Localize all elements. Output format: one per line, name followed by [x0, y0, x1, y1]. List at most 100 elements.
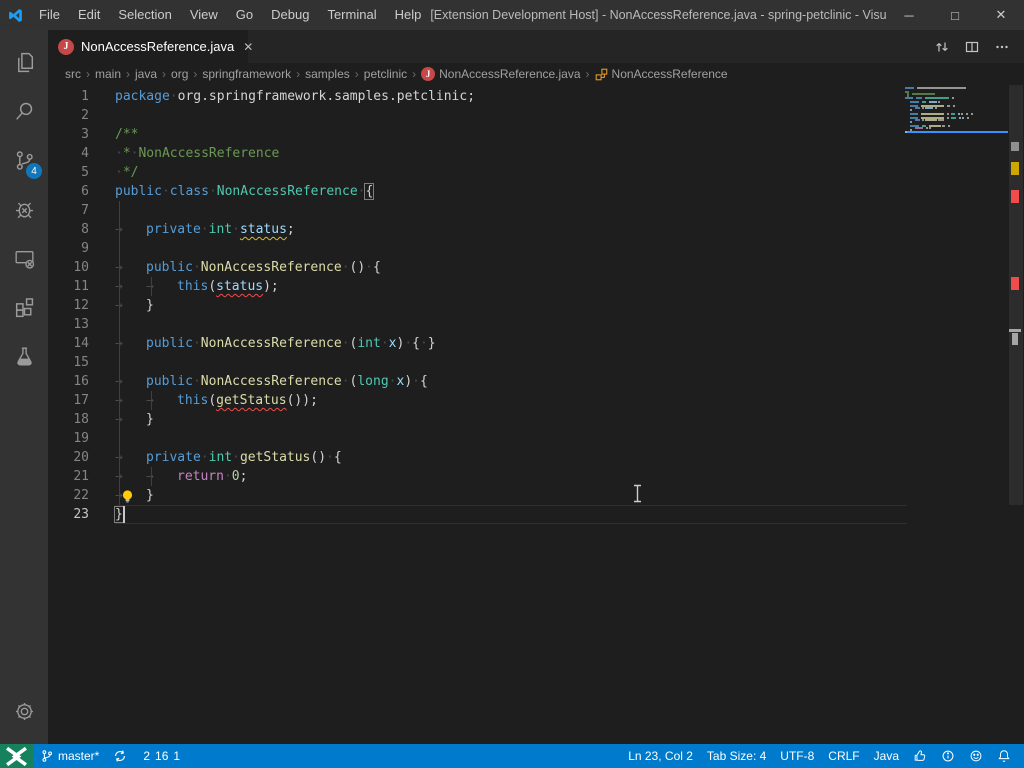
line-number[interactable]: 16: [48, 372, 115, 391]
breadcrumb-item-java[interactable]: java: [135, 67, 157, 81]
split-editor-icon[interactable]: [960, 35, 984, 59]
eol-indicator[interactable]: CRLF: [821, 744, 866, 768]
line-number[interactable]: 22: [48, 486, 115, 505]
code-line-16[interactable]: →public·NonAccessReference·(long·x)·{: [115, 372, 905, 391]
minimize-button[interactable]: ─: [886, 0, 932, 30]
breadcrumb-item-org[interactable]: org: [171, 67, 188, 81]
line-number[interactable]: 20: [48, 448, 115, 467]
code-line-15[interactable]: [115, 353, 905, 372]
code-line-1[interactable]: package·org.springframework.samples.petc…: [115, 87, 905, 106]
tab-close-icon[interactable]: ✕: [243, 40, 253, 54]
menu-file[interactable]: File: [30, 0, 69, 30]
breadcrumb-item-main[interactable]: main: [95, 67, 121, 81]
code-line-13[interactable]: [115, 315, 905, 334]
code-line-6[interactable]: public·class·NonAccessReference·{: [115, 182, 905, 201]
line-number[interactable]: 4: [48, 144, 115, 163]
code-line-23[interactable]: }: [115, 505, 905, 524]
language-indicator[interactable]: Java: [867, 744, 906, 768]
code-line-11[interactable]: →→this(status);: [115, 277, 905, 296]
code-line-21[interactable]: →→return·0;: [115, 467, 905, 486]
search-icon[interactable]: [0, 87, 48, 136]
tab-size-indicator[interactable]: Tab Size: 4: [700, 744, 773, 768]
breadcrumb-separator: ›: [192, 67, 198, 81]
code-line-20[interactable]: →private·int·getStatus()·{: [115, 448, 905, 467]
breadcrumb-item-samples[interactable]: samples: [305, 67, 350, 81]
code-line-10[interactable]: →public·NonAccessReference·()·{: [115, 258, 905, 277]
feedback-smiley-icon[interactable]: [962, 744, 990, 768]
menu-debug[interactable]: Debug: [262, 0, 318, 30]
line-number[interactable]: 17: [48, 391, 115, 410]
source-control-icon[interactable]: 4: [0, 136, 48, 185]
line-col-indicator[interactable]: Ln 23, Col 2: [621, 744, 700, 768]
code-line-14[interactable]: →public·NonAccessReference·(int·x)·{·}: [115, 334, 905, 353]
line-number[interactable]: 3: [48, 125, 115, 144]
line-number[interactable]: 23: [48, 505, 115, 524]
extensions-icon[interactable]: [0, 283, 48, 332]
breadcrumb-item-petclinic[interactable]: petclinic: [364, 67, 407, 81]
tab-nonaccessreference[interactable]: J NonAccessReference.java ✕: [48, 30, 248, 63]
encoding-indicator[interactable]: UTF-8: [773, 744, 821, 768]
maximize-button[interactable]: □: [932, 0, 978, 30]
remote-explorer-icon[interactable]: [0, 234, 48, 283]
minimap[interactable]: [905, 87, 1008, 133]
code-line-8[interactable]: →private·int·status;: [115, 220, 905, 239]
java-status-icon[interactable]: [934, 744, 962, 768]
line-number[interactable]: 2: [48, 106, 115, 125]
line-number[interactable]: 5: [48, 163, 115, 182]
line-number[interactable]: 10: [48, 258, 115, 277]
git-branch-status[interactable]: master*: [33, 744, 106, 768]
code-line-19[interactable]: [115, 429, 905, 448]
code-line-9[interactable]: [115, 239, 905, 258]
line-number[interactable]: 15: [48, 353, 115, 372]
thumbs-up-icon[interactable]: [906, 744, 934, 768]
sync-changes-button[interactable]: [106, 744, 134, 768]
code-line-18[interactable]: →}: [115, 410, 905, 429]
manage-gear-icon[interactable]: [0, 687, 48, 736]
line-number[interactable]: 21: [48, 467, 115, 486]
line-number[interactable]: 14: [48, 334, 115, 353]
menu-view[interactable]: View: [181, 0, 227, 30]
code-line-22[interactable]: →}: [115, 486, 905, 505]
line-number[interactable]: 7: [48, 201, 115, 220]
code-line-3[interactable]: /**: [115, 125, 905, 144]
code-area[interactable]: package·org.springframework.samples.petc…: [115, 87, 905, 524]
line-number[interactable]: 18: [48, 410, 115, 429]
code-line-12[interactable]: →}: [115, 296, 905, 315]
line-number[interactable]: 6: [48, 182, 115, 201]
notifications-bell-icon[interactable]: [990, 744, 1018, 768]
code-line-4[interactable]: ·*·NonAccessReference: [115, 144, 905, 163]
line-number[interactable]: 11: [48, 277, 115, 296]
overview-mark: [1011, 162, 1019, 175]
line-number[interactable]: 8: [48, 220, 115, 239]
code-line-7[interactable]: [115, 201, 905, 220]
line-number[interactable]: 13: [48, 315, 115, 334]
breadcrumb-item-nonaccessreference[interactable]: NonAccessReference: [595, 67, 728, 81]
problems-status[interactable]: 2 16 1: [134, 744, 187, 768]
lightbulb-icon[interactable]: [120, 489, 135, 504]
menu-go[interactable]: Go: [227, 0, 262, 30]
compare-changes-icon[interactable]: [930, 35, 954, 59]
line-number[interactable]: 9: [48, 239, 115, 258]
run-debug-icon[interactable]: [0, 185, 48, 234]
breadcrumb-item-src[interactable]: src: [65, 67, 81, 81]
line-number[interactable]: 1: [48, 87, 115, 106]
testing-icon[interactable]: [0, 332, 48, 381]
breadcrumb-item-nonaccessreference-java[interactable]: JNonAccessReference.java: [421, 67, 580, 81]
menu-help[interactable]: Help: [386, 0, 431, 30]
explorer-icon[interactable]: [0, 38, 48, 87]
breadcrumb-item-springframework[interactable]: springframework: [202, 67, 291, 81]
menu-selection[interactable]: Selection: [109, 0, 180, 30]
code-editor[interactable]: 1234567891011121314151617181920212223 pa…: [48, 85, 1024, 744]
code-line-17[interactable]: →→this(getStatus());: [115, 391, 905, 410]
scrollbar[interactable]: [1008, 85, 1024, 744]
code-line-5[interactable]: ·*/: [115, 163, 905, 182]
editor-gutter[interactable]: 1234567891011121314151617181920212223: [48, 87, 115, 524]
remote-indicator[interactable]: [0, 744, 33, 768]
line-number[interactable]: 12: [48, 296, 115, 315]
code-line-2[interactable]: [115, 106, 905, 125]
more-actions-icon[interactable]: [990, 35, 1014, 59]
menu-edit[interactable]: Edit: [69, 0, 109, 30]
menu-terminal[interactable]: Terminal: [318, 0, 385, 30]
close-button[interactable]: ✕: [978, 0, 1024, 30]
line-number[interactable]: 19: [48, 429, 115, 448]
